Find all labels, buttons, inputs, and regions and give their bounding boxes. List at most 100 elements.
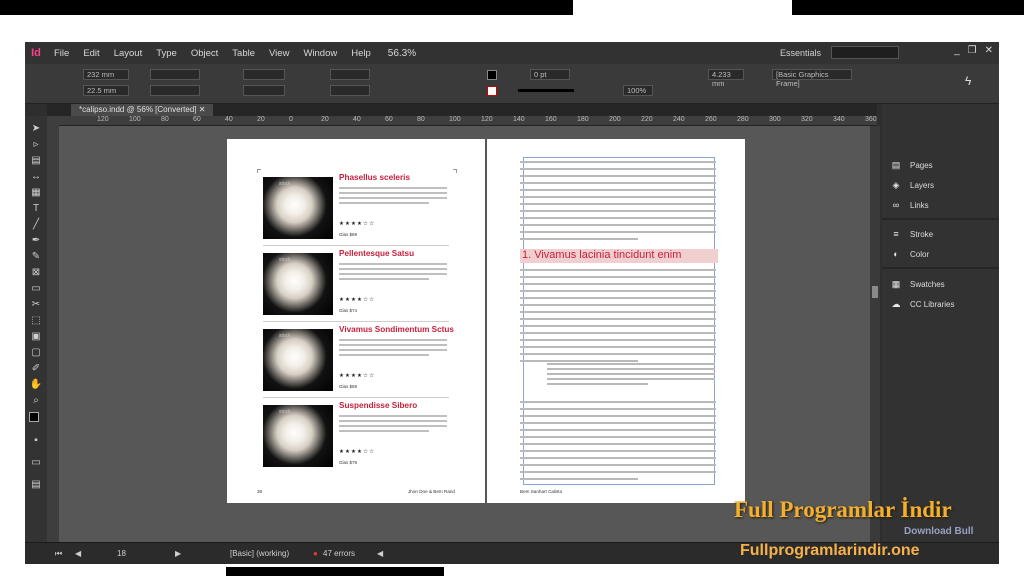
line-tool-icon[interactable]: ╱ (29, 218, 43, 232)
height-field[interactable] (150, 85, 200, 96)
screen-mode-icon[interactable]: ▭ (29, 456, 43, 470)
body-text-line (520, 429, 716, 431)
ruler-tick-label: 280 (737, 116, 749, 123)
document-tab[interactable]: *calipso.indd @ 56% [Converted] ✕ (71, 104, 214, 116)
pen-tool-icon[interactable]: ✒ (29, 234, 43, 248)
site-watermark: Full Programlar İndir Download Bull Full… (728, 491, 992, 567)
rating-stars: ★★★★☆☆ (339, 373, 376, 379)
fill-stroke-icon[interactable] (29, 412, 39, 422)
fill-swatch[interactable] (487, 70, 497, 80)
watermark-url: Fullprogramlarindir.one (740, 542, 920, 559)
body-text-line (339, 268, 447, 270)
type-tool-icon[interactable]: T (29, 202, 43, 216)
page-nav-first-icon[interactable]: ⏮ (55, 549, 62, 559)
close-button[interactable]: ✕ (985, 45, 993, 56)
menu-type[interactable]: Type (149, 48, 184, 59)
restore-button[interactable]: ❐ (968, 45, 977, 56)
pencil-tool-icon[interactable]: ✎ (29, 250, 43, 264)
minimize-button[interactable]: _ (954, 45, 960, 56)
selection-tool-icon[interactable]: ➤ (29, 122, 43, 136)
right-page[interactable]: 1. Vivamus lacinia tincidunt enim Bem Sa… (487, 139, 745, 503)
menu-item-1[interactable]: stock Phasellus sceleris ★★★★☆☆ Glas $69 (263, 173, 449, 243)
x-field[interactable]: 232 mm (83, 69, 129, 80)
stroke-type[interactable] (518, 89, 574, 92)
workspace-switcher[interactable]: Essentials (780, 48, 821, 58)
body-text-line (520, 408, 716, 410)
menu-help[interactable]: Help (344, 48, 378, 59)
rotate-field[interactable] (330, 69, 370, 80)
content-collector-icon[interactable]: ▦ (29, 186, 43, 200)
y-field[interactable]: 22.5 mm (83, 85, 129, 96)
menu-layout[interactable]: Layout (107, 48, 150, 59)
scale-y-field[interactable] (243, 85, 285, 96)
menu-view[interactable]: View (262, 48, 296, 59)
stroke-weight-field[interactable]: 0 pt (530, 69, 570, 80)
panel-links[interactable]: ∞ Links (890, 198, 929, 212)
shear-field[interactable] (330, 85, 370, 96)
watermark-title: Full Programlar İndir (734, 497, 952, 522)
frame-tool-icon[interactable]: ⊠ (29, 266, 43, 280)
ice-cream-photo: stock (263, 405, 333, 467)
lightning-icon[interactable]: ϟ (965, 74, 971, 88)
preview-mode-icon[interactable]: ▤ (29, 478, 43, 492)
panel-layers[interactable]: ◈ Layers (890, 178, 934, 192)
body-text-line (520, 415, 716, 417)
panel-color[interactable]: ◐ Color (890, 247, 929, 261)
preflight-errors[interactable]: 47 errors (323, 549, 355, 558)
panel-separator (882, 218, 999, 220)
scale-x-field[interactable] (243, 69, 285, 80)
panel-pages[interactable]: ▤ Pages (890, 158, 933, 172)
menu-edit[interactable]: Edit (76, 48, 106, 59)
ruler-tick-label: 300 (769, 116, 781, 123)
menu-item-4[interactable]: stock Suspendisse Sibero ★★★★☆☆ Glas $79 (263, 401, 449, 471)
cc-libraries-icon: ☁ (891, 298, 901, 309)
frame-style-select[interactable]: [Basic Graphics Frame] (772, 69, 852, 88)
running-footer: Bem Sanhart Calisto (520, 489, 563, 494)
body-text-line (520, 175, 716, 177)
body-text-line (520, 203, 716, 205)
menu-object[interactable]: Object (184, 48, 225, 59)
body-text-line (520, 436, 716, 438)
page-nav-prev-icon[interactable]: ◀ (75, 549, 81, 558)
page-nav-next-icon[interactable]: ▶ (175, 549, 181, 558)
style-status[interactable]: [Basic] (working) (230, 549, 289, 558)
menu-item-2[interactable]: stock Pellentesque Satsu ★★★★☆☆ Glas $74 (263, 249, 449, 319)
eyedropper-tool-icon[interactable]: ✐ (29, 362, 43, 376)
apply-color-icon[interactable]: ▪ (29, 434, 43, 448)
menu-file[interactable]: File (47, 48, 76, 59)
panel-swatches[interactable]: ▦ Swatches (890, 277, 945, 291)
opacity-field[interactable]: 100% (623, 85, 653, 96)
scissors-tool-icon[interactable]: ✂ (29, 298, 43, 312)
scroll-thumb[interactable] (872, 286, 878, 298)
menu: File Edit Layout Type Object Table View … (47, 48, 378, 59)
panel-cc-libraries[interactable]: ☁ CC Libraries (890, 297, 955, 311)
search-input[interactable] (831, 46, 899, 59)
body-text-line (520, 450, 716, 452)
menu-window[interactable]: Window (296, 48, 344, 59)
links-icon: ∞ (892, 200, 900, 210)
panel-stroke[interactable]: ≡ Stroke (890, 227, 933, 241)
left-page[interactable]: stock Phasellus sceleris ★★★★☆☆ Glas $69… (227, 139, 485, 503)
transform-tool-icon[interactable]: ⬚ (29, 314, 43, 328)
direct-selection-tool-icon[interactable]: ▹ (29, 138, 43, 152)
note-tool-icon[interactable]: ▢ (29, 346, 43, 360)
menu-table[interactable]: Table (225, 48, 262, 59)
stroke-swatch[interactable] (487, 86, 497, 96)
ruler-tick-label: 340 (833, 116, 845, 123)
gradient-tool-icon[interactable]: ▣ (29, 330, 43, 344)
page-number-field[interactable]: 18 (117, 549, 126, 558)
page-tool-icon[interactable]: ▤ (29, 154, 43, 168)
zoom-tool-icon[interactable]: ⌕ (29, 394, 43, 408)
body-text-line (339, 430, 429, 432)
gap-tool-icon[interactable]: ↔ (29, 170, 43, 184)
ruler-tick-label: 320 (801, 116, 813, 123)
scroll-left-icon[interactable]: ◀ (377, 549, 383, 558)
width-field[interactable] (150, 69, 200, 80)
dimension-field[interactable]: 4.233 mm (708, 69, 744, 88)
body-text-line (520, 443, 716, 445)
zoom-level[interactable]: 56.3% (388, 48, 416, 59)
hand-tool-icon[interactable]: ✋ (29, 378, 43, 392)
vertical-scrollbar[interactable] (870, 126, 880, 542)
rectangle-tool-icon[interactable]: ▭ (29, 282, 43, 296)
menu-item-3[interactable]: stock Vivamus Sondimentum Sctus ★★★★☆☆ G… (263, 325, 454, 395)
